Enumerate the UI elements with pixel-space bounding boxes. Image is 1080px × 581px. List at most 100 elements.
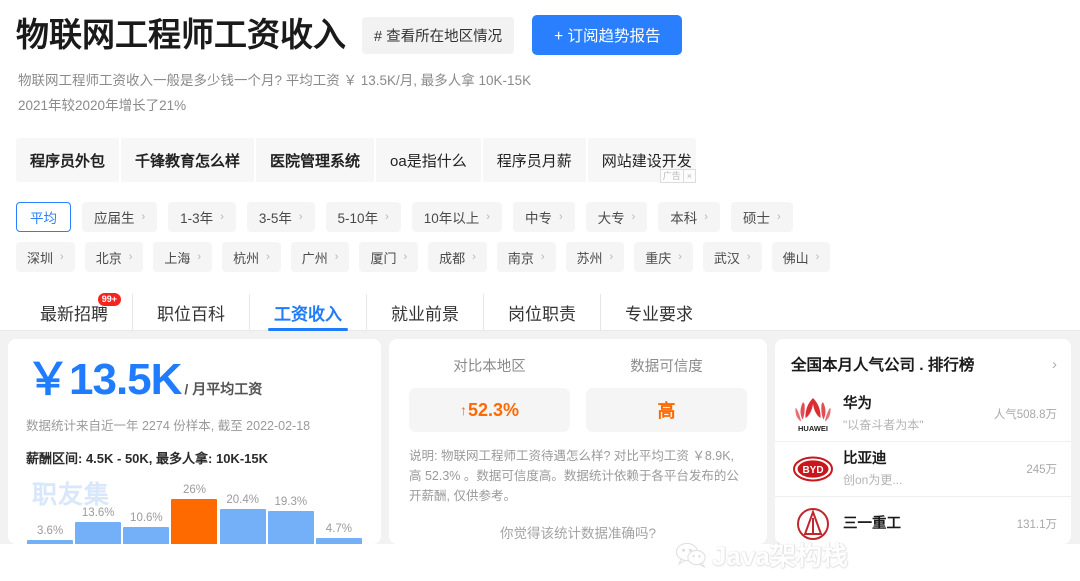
subscribe-trend-report-button[interactable]: + 订阅趋势报告 — [532, 15, 683, 55]
chip-label: 重庆 — [645, 250, 672, 266]
ad-close-icon[interactable]: × — [682, 169, 696, 183]
data-trust-label: 数据可信度 — [630, 359, 703, 375]
city-chip-7[interactable]: 南京 › — [496, 242, 556, 272]
chart-bar-label: 4.7% — [325, 523, 353, 535]
experience-chip-3[interactable]: 3-5年 › — [246, 202, 315, 232]
chip-label: 1-3年 — [180, 211, 214, 226]
chip-label: 大专 — [597, 211, 625, 226]
chip-label: 广州 — [301, 250, 328, 266]
tab-5[interactable]: 专业要求 — [601, 294, 717, 330]
compare-region-percent: 52.3% — [467, 399, 520, 420]
city-chip-5[interactable]: 厦门 › — [359, 242, 419, 272]
experience-chip-4[interactable]: 5-10年 › — [325, 202, 401, 232]
experience-filter-row: 平均 应届生 › 1-3年 › 3-5年 › 5-10年 › 10年以上 › 中专 › 大专 › 本科 › 硕士 › — [16, 202, 1080, 232]
sany-logo — [791, 504, 835, 544]
chart-bar-column: 26% — [170, 477, 218, 544]
experience-chip-8[interactable]: 本科 › — [658, 202, 720, 232]
company-rank-row[interactable]: BYD 比亚迪 创on为更... 245万 — [775, 442, 1071, 497]
city-chip-6[interactable]: 成都 › — [428, 242, 487, 272]
ad-link[interactable]: oa是指什么 — [376, 138, 483, 182]
city-chip-3[interactable]: 杭州 › — [222, 242, 281, 272]
chart-bar-label: 10.6% — [130, 512, 163, 524]
ad-link[interactable]: 程序员月薪 — [483, 138, 588, 182]
ad-badge: 广告 × — [659, 169, 696, 183]
active-tab-underline — [268, 328, 348, 331]
experience-chip-2[interactable]: 1-3年 › — [168, 202, 236, 232]
experience-chip-6[interactable]: 中专 › — [512, 202, 575, 232]
tab-1[interactable]: 职位百科 — [133, 294, 250, 330]
company-rank-row[interactable]: 三一重工 131.1万 — [775, 497, 1071, 544]
chevron-right-icon: › — [746, 250, 751, 263]
chart-bar-column: 19.3% — [267, 477, 315, 544]
tab-0[interactable]: 最新招聘 99+ — [16, 292, 133, 330]
chart-bar — [75, 522, 122, 544]
city-chip-1[interactable]: 北京 › — [84, 242, 144, 272]
page-header: 物联网工程师工资收入 # 查看所在地区情况 + 订阅趋势报告 — [0, 0, 1080, 56]
accuracy-question[interactable]: 你觉得该统计数据准确吗? — [409, 522, 747, 542]
chart-bar-label: 19.3% — [274, 496, 308, 508]
company-slogan: 创on为更... — [843, 473, 903, 487]
region-tag-button[interactable]: # 查看所在地区情况 — [362, 16, 515, 54]
compare-region-value: ↑ 52.3% — [409, 388, 570, 432]
chip-label: 5-10年 — [337, 211, 379, 226]
chevron-right-icon: › — [609, 250, 614, 263]
experience-chip-9[interactable]: 硕士 › — [730, 202, 793, 232]
chevron-right-icon[interactable]: › — [1052, 356, 1057, 373]
svg-text:BYD: BYD — [802, 465, 823, 476]
city-filter-row: 深圳 › 北京 › 上海 › 杭州 › 广州 › 厦门 › 成都 › 南京 › 苏州 › 重庆 › 武汉 › 佛山 › — [16, 242, 1080, 272]
city-chip-9[interactable]: 重庆 › — [634, 242, 693, 272]
byd-logo: BYD — [793, 456, 833, 482]
tab-3[interactable]: 就业前景 — [367, 294, 484, 330]
experience-chip-5[interactable]: 10年以上 › — [411, 202, 502, 232]
experience-chip-1[interactable]: 应届生 › — [82, 202, 158, 232]
chip-label: 10年以上 — [423, 211, 480, 226]
tab-label: 职位百科 — [157, 304, 225, 324]
up-arrow-icon: ↑ — [459, 402, 467, 418]
ad-links-row: 程序员外包 千锋教育怎么样 医院管理系统 oa是指什么 程序员月薪 网站建设开发 — [16, 138, 696, 182]
chart-bar-column: 20.4% — [219, 477, 267, 544]
company-info: 比亚迪创on为更... — [843, 450, 1020, 488]
experience-chip-0[interactable]: 平均 — [16, 202, 71, 232]
chip-label: 平均 — [30, 211, 57, 226]
chevron-right-icon: › — [266, 250, 270, 263]
company-rank-row[interactable]: HUAWEI 华为 "以奋斗者为本" 人气508.8万 — [775, 387, 1071, 442]
chip-label: 本科 — [670, 211, 698, 226]
chip-label: 中专 — [524, 211, 552, 226]
chip-label: 苏州 — [576, 250, 603, 266]
chevron-right-icon: › — [631, 210, 636, 223]
city-chip-8[interactable]: 苏州 › — [565, 242, 625, 272]
byd-logo: BYD — [791, 449, 835, 489]
company-name: 比亚迪 — [843, 451, 887, 467]
city-chip-11[interactable]: 佛山 › — [771, 242, 831, 272]
tab-label: 岗位职责 — [508, 304, 576, 324]
average-salary-value: ￥13.5K — [26, 355, 182, 404]
chip-label: 硕士 — [742, 211, 770, 226]
city-chip-2[interactable]: 上海 › — [153, 242, 213, 272]
chart-bar-label: 13.6% — [81, 507, 115, 519]
city-chip-4[interactable]: 广州 › — [290, 242, 350, 272]
ad-link[interactable]: 程序员外包 — [16, 138, 122, 182]
ad-link[interactable]: 千锋教育怎么样 — [121, 138, 257, 182]
chip-label: 北京 — [95, 250, 122, 266]
chart-bar — [123, 527, 170, 544]
chart-bar-column: 10.6% — [122, 477, 170, 544]
ad-link[interactable]: 医院管理系统 — [256, 138, 377, 182]
chip-label: 成都 — [439, 250, 466, 266]
city-chip-0[interactable]: 深圳 › — [16, 242, 75, 272]
page-subtitle: 物联网工程师工资收入一般是多少钱一个月? 平均工资 ￥ 13.5K/月, 最多人… — [18, 68, 1080, 118]
chevron-right-icon: › — [486, 210, 490, 223]
company-name: 华为 — [843, 396, 872, 412]
chip-label: 杭州 — [233, 250, 260, 266]
ranking-header: 全国本月人气公司 . 排行榜 › — [775, 353, 1071, 375]
experience-chip-7[interactable]: 大专 › — [585, 202, 648, 232]
chart-bars: 3.6% 13.6% 10.6% 26% 20.4% 19.3% 4.7% — [26, 477, 363, 544]
huawei-logo: HUAWEI — [795, 398, 831, 433]
chevron-right-icon: › — [776, 210, 781, 223]
ranking-title: 全国本月人气公司 . 排行榜 — [791, 357, 975, 374]
salary-page: 物联网工程师工资收入 # 查看所在地区情况 + 订阅趋势报告 物联网工程师工资收… — [0, 0, 1080, 581]
chevron-right-icon: › — [334, 250, 339, 263]
chart-bar — [267, 511, 314, 544]
tab-2[interactable]: 工资收入 — [250, 294, 367, 331]
city-chip-10[interactable]: 武汉 › — [702, 242, 762, 272]
tab-4[interactable]: 岗位职责 — [484, 294, 601, 330]
